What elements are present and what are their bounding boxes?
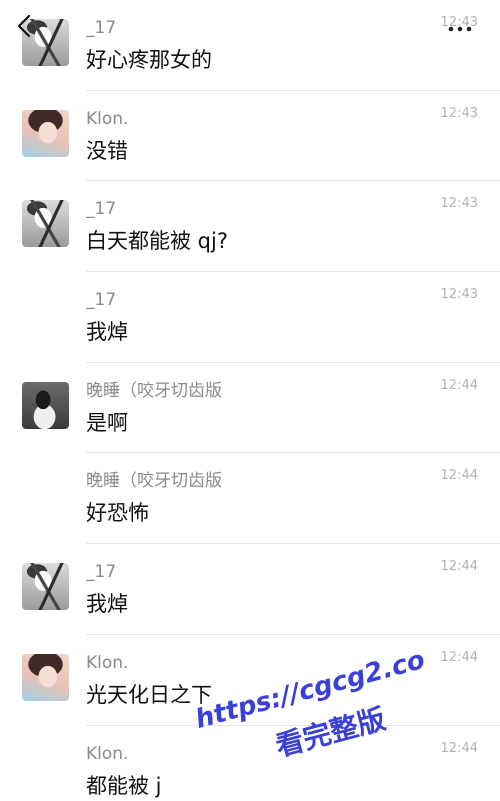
message-text: 是啊 <box>86 410 128 435</box>
message-row[interactable]: _17 12:43 我焯 <box>0 272 500 363</box>
message-content: _17 12:44 我焯 <box>86 544 500 635</box>
sender-name: _17 <box>86 562 117 583</box>
sender-name: Klon. <box>86 652 129 673</box>
sender-name: Klon. <box>86 108 129 129</box>
message-text: 我焯 <box>86 592 128 617</box>
sender-avatar[interactable] <box>22 563 69 611</box>
message-row[interactable]: 晚睡（咬牙切齿版 12:44 是啊 <box>0 363 500 454</box>
message-text: 好恐怖 <box>86 501 149 526</box>
message-time: 12:44 <box>440 468 478 484</box>
message-time: 12:43 <box>440 105 478 121</box>
message-time: 12:44 <box>440 377 478 393</box>
message-content: _17 12:43 好心疼那女的 <box>86 0 500 91</box>
chevron-left-icon[interactable] <box>16 13 34 39</box>
message-text: 都能被 j <box>86 773 162 798</box>
more-dots-icon[interactable] <box>446 22 476 36</box>
message-content: _17 12:43 白天都能被 qj? <box>86 181 500 273</box>
message-text: 我焯 <box>86 320 128 345</box>
message-row[interactable]: _17 12:43 好心疼那女的 <box>0 0 500 91</box>
message-content: _17 12:43 我焯 <box>86 272 500 363</box>
message-row[interactable]: Klon. 12:44 都能被 j <box>0 726 500 801</box>
sender-name: Klon. <box>86 743 129 764</box>
message-text: 白天都能被 qj? <box>86 229 228 254</box>
sender-name: 晚睡（咬牙切齿版 <box>86 380 222 401</box>
message-row[interactable]: 晚睡（咬牙切齿版 12:44 好恐怖 <box>0 453 500 545</box>
message-text: 光天化日之下 <box>86 682 212 707</box>
sender-name: _17 <box>86 199 117 220</box>
message-content: 晚睡（咬牙切齿版 12:44 好恐怖 <box>86 453 500 545</box>
sender-name: _17 <box>86 290 117 311</box>
message-row[interactable]: _17 12:43 白天都能被 qj? <box>0 181 500 273</box>
message-text: 好心疼那女的 <box>86 48 212 72</box>
message-row[interactable]: Klon. 12:43 没错 <box>0 91 500 182</box>
sender-avatar[interactable] <box>22 381 69 429</box>
sender-avatar[interactable] <box>22 200 69 248</box>
message-time: 12:44 <box>440 649 478 665</box>
message-row[interactable]: _17 12:44 我焯 <box>0 544 500 635</box>
chat-history-list[interactable]: _17 12:43 好心疼那女的 Klon. 12:43 没错 _17 12:4… <box>0 0 500 801</box>
message-text: 没错 <box>86 138 128 163</box>
message-time: 12:43 <box>440 196 478 212</box>
sender-name: _17 <box>86 18 117 38</box>
sender-name: 晚睡（咬牙切齿版 <box>86 471 222 492</box>
message-content: 晚睡（咬牙切齿版 12:44 是啊 <box>86 363 500 454</box>
message-content: Klon. 12:43 没错 <box>86 91 500 182</box>
sender-avatar[interactable] <box>22 653 69 701</box>
sender-avatar[interactable] <box>22 109 69 157</box>
message-time: 12:43 <box>440 287 478 303</box>
message-time: 12:44 <box>440 559 478 575</box>
message-time: 12:44 <box>440 740 478 756</box>
